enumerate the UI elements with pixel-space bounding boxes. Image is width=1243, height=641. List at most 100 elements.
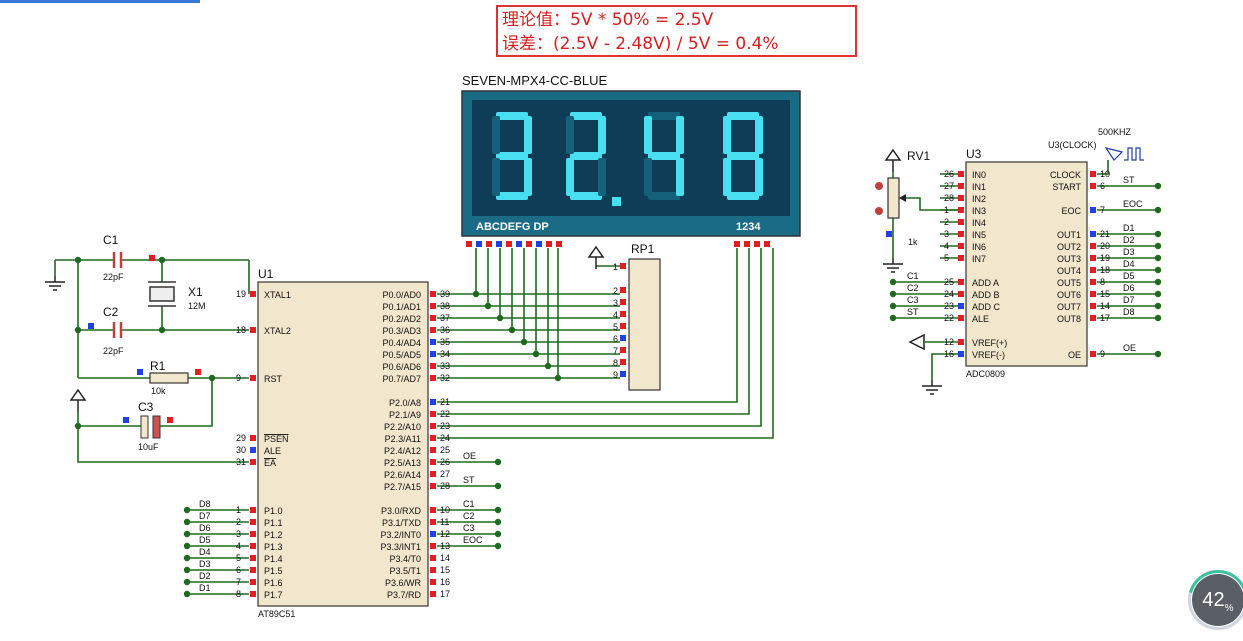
pin-marker	[250, 507, 256, 513]
u1-pin-p2-5-a13: P2.5/A13	[384, 458, 421, 468]
net-label-u3-d7: D7	[1123, 295, 1135, 305]
u1-pin-num: 19	[236, 289, 246, 299]
rp1-pin-num: 4	[613, 310, 618, 320]
u1-pin-p0-3-ad3: P0.3/AD3	[382, 326, 421, 336]
pin-marker	[958, 171, 964, 177]
pin-marker	[1090, 291, 1096, 297]
pin-marker	[496, 241, 502, 247]
pin-marker	[250, 531, 256, 537]
segment-e	[723, 158, 731, 196]
u1-pin-psen: PSEN	[264, 434, 289, 444]
c3-ref: C3	[138, 400, 154, 414]
u1-pin-num: 28	[440, 481, 450, 491]
u3-pin-num: 17	[1100, 313, 1110, 323]
u3-ref: U3	[966, 147, 982, 161]
pin-marker	[620, 371, 626, 377]
pin-marker	[958, 351, 964, 357]
junction-dot	[1154, 314, 1162, 322]
junction-dot	[494, 518, 502, 526]
u3-pin-num: 7	[1100, 205, 1105, 215]
pin-marker	[250, 555, 256, 561]
u3-pin-num: 22	[944, 313, 954, 323]
pin-marker	[430, 375, 436, 381]
pin-marker	[250, 327, 256, 333]
segment-d	[648, 192, 680, 200]
u1-pin-ale: ALE	[264, 446, 281, 456]
u1-pin-num: 7	[236, 577, 241, 587]
clock-freq: 500KHZ	[1098, 127, 1132, 137]
u1-pin-num: 38	[440, 301, 450, 311]
pin-marker	[430, 399, 436, 405]
pin-marker	[958, 195, 964, 201]
u1-pin-p2-3-a11: P2.3/A11	[385, 434, 421, 444]
segment-f	[566, 116, 574, 154]
rp1-ref: RP1	[631, 242, 655, 256]
segment-a	[727, 112, 759, 120]
u3-pin-eoc: EOC	[1061, 206, 1081, 216]
u1-pin-p3-6-wr: P3.6/WR	[385, 578, 422, 588]
rp1-pin-num: 8	[613, 358, 618, 368]
pin-marker	[1090, 303, 1096, 309]
u3-pin-in3: IN3	[972, 206, 986, 216]
net-label-d5: D5	[199, 535, 211, 545]
u1-pin-num: 23	[440, 421, 450, 431]
pin-marker	[556, 241, 562, 247]
u3-pin-num: 5	[944, 253, 949, 263]
u1-pin-p2-7-a15: P2.7/A15	[384, 482, 421, 492]
wire-digit-3	[437, 248, 762, 427]
pin-marker	[137, 369, 143, 375]
pin-marker	[466, 241, 472, 247]
junction-dot	[1154, 266, 1162, 274]
pin-marker	[1090, 315, 1096, 321]
crystal-x1	[149, 286, 175, 302]
note-line-theoretical: 理论值：5V * 50% = 2.5V	[502, 10, 714, 30]
pin-marker	[430, 351, 436, 357]
pin-marker	[430, 531, 436, 537]
u1-pin-num: 14	[440, 553, 450, 563]
segment-g	[648, 152, 680, 160]
junction-dot	[496, 314, 504, 322]
pin-marker	[149, 255, 155, 261]
rp1-pin-num: 7	[613, 346, 618, 356]
potentiometer-rv1	[887, 177, 900, 219]
pin-marker	[1090, 231, 1096, 237]
u1-pin-num: 24	[440, 433, 450, 443]
pin-marker	[430, 567, 436, 573]
pin-marker	[958, 315, 964, 321]
u1-pin-p2-4-a12: P2.4/A12	[384, 446, 421, 456]
x1-value: 12M	[188, 301, 206, 311]
junction-dot	[183, 578, 191, 586]
segment-b	[755, 116, 763, 154]
junction-dot	[1154, 230, 1162, 238]
rv1-wiper	[899, 194, 906, 202]
segment-c	[524, 158, 532, 196]
u1-pin-p0-5-ad5: P0.5/AD5	[382, 350, 421, 360]
zoom-gauge[interactable]: 42%	[1192, 574, 1243, 626]
pin-marker	[250, 459, 256, 465]
junction-dot	[494, 530, 502, 538]
junction-dot	[74, 422, 82, 430]
schematic-canvas[interactable]: SEVEN-MPX4-CC-BLUEABCDEFG DP 1234RP112345…	[0, 0, 1243, 623]
pin-marker	[88, 323, 94, 329]
resistor-r1	[149, 372, 189, 384]
c2-value: 22pF	[103, 346, 124, 356]
junction-dot	[183, 542, 191, 550]
u1-pin-p2-1-a9: P2.1/A9	[389, 410, 421, 420]
pin-marker	[1090, 171, 1096, 177]
u1-pin-p1.2: P1.2	[264, 530, 283, 540]
rv1-knob	[875, 182, 883, 190]
segment-d	[570, 192, 602, 200]
u3-pin-in6: IN6	[972, 242, 986, 252]
pin-marker	[430, 471, 436, 477]
pin-marker	[430, 315, 436, 321]
segment-pin-label: ABCDEFG DP	[476, 221, 549, 233]
net-label-eoc: EOC	[463, 535, 483, 545]
junction-dot	[494, 458, 502, 466]
c2-ref: C2	[103, 305, 119, 319]
adc-u3	[965, 161, 1088, 367]
pin-marker	[195, 369, 201, 375]
u3-pin-num: 18	[1100, 265, 1110, 275]
net-label-u3-d4: D4	[1123, 259, 1135, 269]
junction-dot	[508, 326, 516, 334]
pin-marker	[958, 291, 964, 297]
